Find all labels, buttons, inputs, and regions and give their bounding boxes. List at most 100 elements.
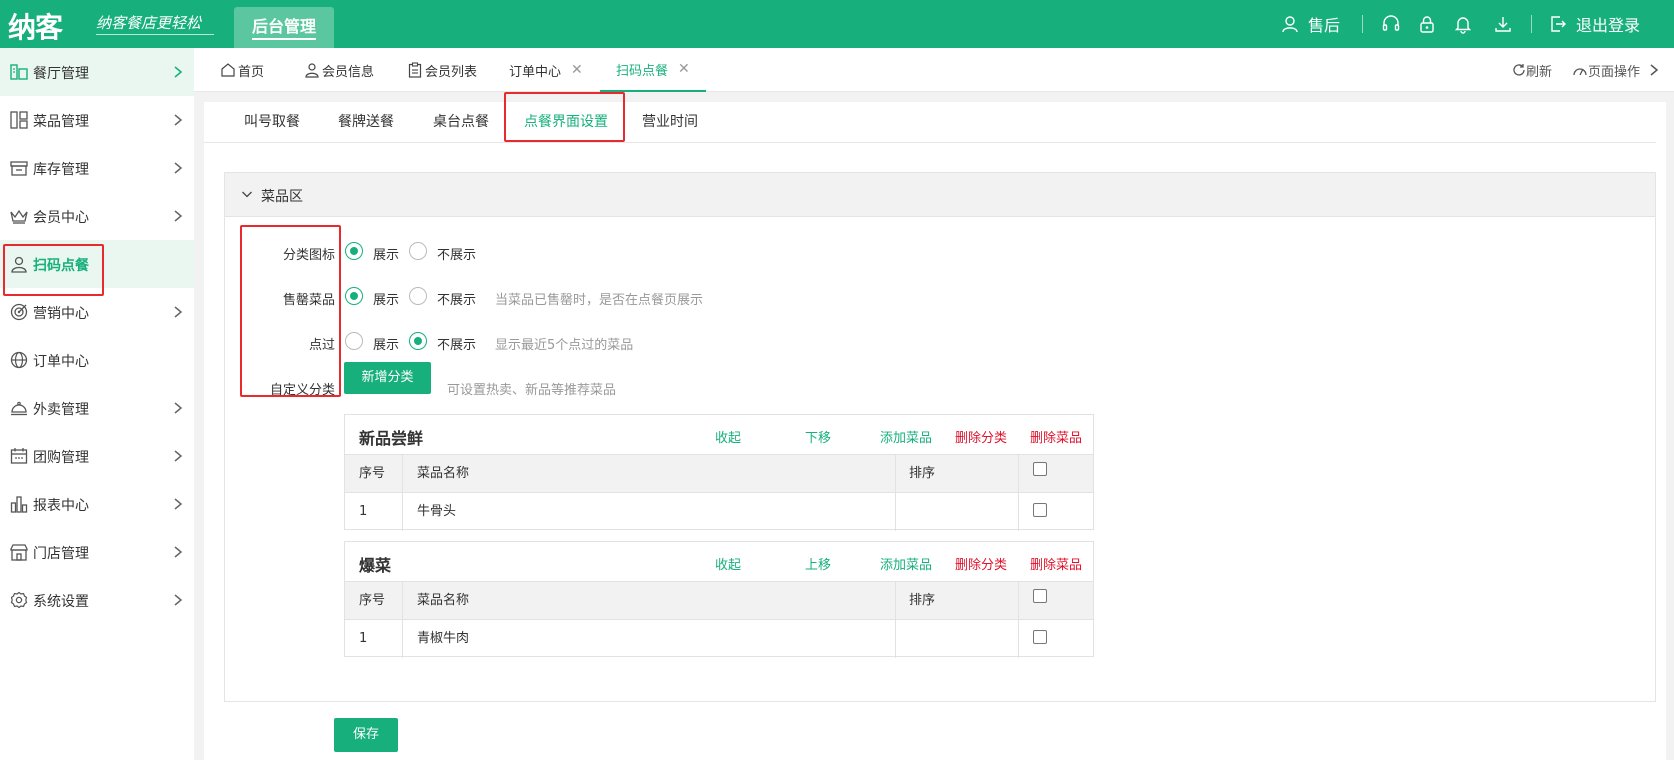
- calendar-icon: [10, 448, 28, 464]
- chevron-right-icon: [174, 114, 183, 126]
- sidebar-item-members[interactable]: 会员中心: [0, 192, 194, 240]
- home-icon: [221, 63, 235, 77]
- refresh-button[interactable]: 刷新: [1512, 48, 1552, 92]
- sold-out-show-radio[interactable]: [345, 287, 363, 305]
- select-all-checkbox[interactable]: [1033, 589, 1047, 603]
- category-icon-show-radio[interactable]: [345, 242, 363, 260]
- tab-member-list[interactable]: 会员列表: [407, 48, 477, 92]
- dish-section-header[interactable]: 菜品区: [225, 173, 1655, 217]
- collapse-button[interactable]: 收起: [715, 427, 741, 446]
- sold-out-label: 售罄菜品: [282, 293, 335, 308]
- delete-dish-button[interactable]: 删除菜品: [1030, 554, 1082, 573]
- sidebar-item-dishes[interactable]: 菜品管理: [0, 96, 194, 144]
- tab-label: 扫码点餐: [616, 63, 669, 79]
- add-dish-button[interactable]: 添加菜品: [880, 427, 932, 446]
- column-header-index: 序号: [359, 593, 386, 608]
- chevron-right-icon: [174, 162, 183, 174]
- sidebar-item-takeout[interactable]: 外卖管理: [0, 384, 194, 432]
- collapse-button[interactable]: 收起: [715, 554, 741, 573]
- sidebar-item-label: 订单中心: [33, 354, 89, 370]
- gear-icon: [10, 591, 28, 609]
- add-category-button[interactable]: 新增分类: [344, 362, 431, 394]
- row-checkbox[interactable]: [1033, 630, 1047, 644]
- logout-icon: [1548, 14, 1568, 34]
- chevron-right-icon: [174, 594, 183, 606]
- delete-category-button[interactable]: 删除分类: [955, 427, 1007, 446]
- divider: [1018, 455, 1019, 531]
- lock-icon[interactable]: [1417, 14, 1437, 34]
- sidebar-item-reports[interactable]: 报表中心: [0, 480, 194, 528]
- logout-label: 退出登录: [1575, 16, 1640, 35]
- ordered-before-hide-radio[interactable]: [409, 332, 427, 350]
- refresh-label: 刷新: [1526, 64, 1553, 80]
- admin-tab[interactable]: 后台管理: [234, 7, 334, 48]
- restaurant-icon: [10, 64, 28, 80]
- page-tabs-bar: 首页 会员信息 会员列表 订单中心 ✕ 扫码点餐 ✕ 刷新 页面操作: [194, 48, 1674, 92]
- chevron-right-icon: [174, 450, 183, 462]
- sidebar-item-label: 团购管理: [33, 450, 89, 466]
- sidebar-item-label: 报表中心: [33, 498, 89, 514]
- radio-label: 不展示: [437, 248, 477, 263]
- select-all-checkbox[interactable]: [1033, 462, 1047, 476]
- sidebar-item-restaurant[interactable]: 餐厅管理: [0, 48, 194, 96]
- page-ops-button[interactable]: 页面操作: [1572, 48, 1660, 92]
- logout-button[interactable]: 退出登录: [1548, 12, 1640, 36]
- sold-out-hint: 当菜品已售罄时，是否在点餐页展示: [495, 293, 704, 308]
- column-header-sort: 排序: [909, 466, 936, 481]
- tab-member-info[interactable]: 会员信息: [304, 48, 374, 92]
- tab-label: 订单中心: [509, 64, 562, 80]
- tab-scan-order[interactable]: 扫码点餐 ✕: [600, 48, 706, 92]
- sidebar-item-label: 扫码点餐: [33, 258, 89, 274]
- sold-out-hide-radio[interactable]: [409, 287, 427, 305]
- move-down-button[interactable]: 下移: [805, 427, 831, 446]
- category-table-new: 新品尝鲜 收起 下移 添加菜品 删除分类 删除菜品 序号 菜品名称 排序 1 牛…: [344, 414, 1094, 531]
- radio-label: 展示: [373, 248, 400, 263]
- tab-home[interactable]: 首页: [220, 48, 264, 92]
- dish-section-title: 菜品区: [261, 189, 303, 205]
- sidebar-item-orders[interactable]: 订单中心: [0, 336, 194, 384]
- sidebar-item-settings[interactable]: 系统设置: [0, 576, 194, 624]
- close-icon[interactable]: ✕: [571, 62, 583, 78]
- sidebar-item-label: 外卖管理: [33, 402, 89, 418]
- save-button[interactable]: 保存: [334, 718, 398, 752]
- target-icon: [10, 303, 28, 321]
- refresh-icon: [1513, 64, 1525, 76]
- sidebar-item-group-buy[interactable]: 团购管理: [0, 432, 194, 480]
- subtab-call-number[interactable]: 叫号取餐: [244, 102, 300, 143]
- download-icon[interactable]: [1493, 14, 1513, 34]
- sidebar-item-label: 会员中心: [33, 210, 89, 226]
- subtab-business-hours[interactable]: 营业时间: [642, 102, 698, 143]
- add-dish-button[interactable]: 添加菜品: [880, 554, 932, 573]
- row-checkbox[interactable]: [1033, 503, 1047, 517]
- close-icon[interactable]: ✕: [678, 61, 690, 77]
- subtab-plate-delivery[interactable]: 餐牌送餐: [338, 102, 394, 143]
- ordered-before-hint: 显示最近5个点过的菜品: [495, 338, 634, 353]
- sidebar-item-stores[interactable]: 门店管理: [0, 528, 194, 576]
- divider: [895, 455, 896, 531]
- chevron-right-icon: [174, 498, 183, 510]
- bell-icon[interactable]: [1453, 14, 1473, 34]
- ordered-before-label: 点过: [308, 338, 335, 353]
- sidebar-item-label: 菜品管理: [33, 114, 89, 130]
- delete-category-button[interactable]: 删除分类: [955, 554, 1007, 573]
- chevron-right-icon: [174, 210, 183, 222]
- subtab-order-ui-settings[interactable]: 点餐界面设置: [524, 102, 608, 143]
- delete-dish-button[interactable]: 删除菜品: [1030, 427, 1082, 446]
- globe-icon: [10, 351, 28, 369]
- dish-section: 菜品区 分类图标 展示 不展示 售罄菜品 展示 不展示 当菜品已售罄时，是否在点…: [224, 172, 1656, 702]
- sidebar-item-marketing[interactable]: 营销中心: [0, 288, 194, 336]
- subtab-table-order[interactable]: 桌台点餐: [433, 102, 489, 143]
- chevron-right-icon: [174, 306, 183, 318]
- ordered-before-show-radio[interactable]: [345, 332, 363, 350]
- category-icon-hide-radio[interactable]: [409, 242, 427, 260]
- sidebar-item-label: 系统设置: [33, 594, 89, 610]
- move-up-button[interactable]: 上移: [805, 554, 831, 573]
- after-sales-button[interactable]: 售后: [1280, 12, 1340, 36]
- headset-icon[interactable]: [1381, 14, 1401, 34]
- category-name: 爆菜: [359, 556, 392, 575]
- chevron-right-icon[interactable]: [1648, 63, 1660, 77]
- sidebar-item-inventory[interactable]: 库存管理: [0, 144, 194, 192]
- tab-order-center[interactable]: 订单中心 ✕: [509, 48, 583, 92]
- sidebar-item-scan-order[interactable]: 扫码点餐: [0, 240, 194, 288]
- brand-logo[interactable]: 纳客: [8, 6, 63, 46]
